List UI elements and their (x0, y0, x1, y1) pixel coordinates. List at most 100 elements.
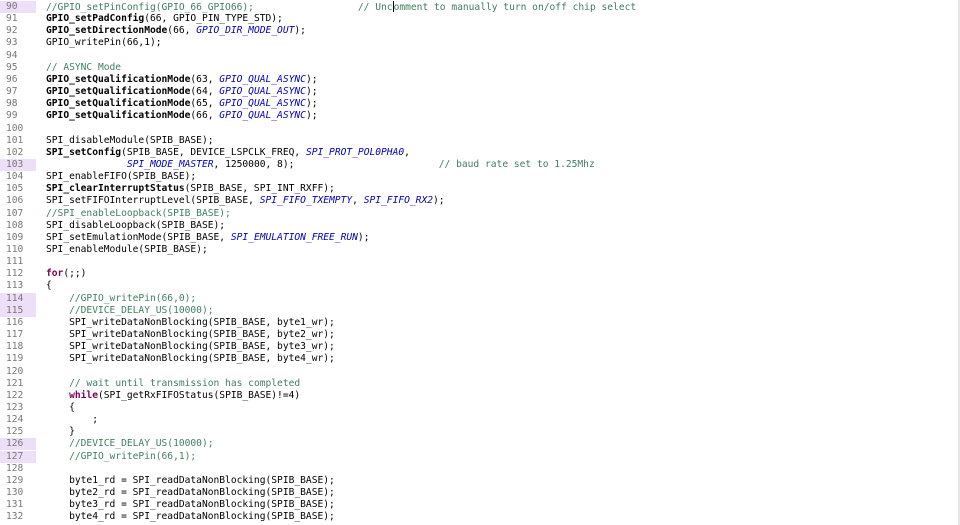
code-text: { (46, 280, 52, 292)
code-text: GPIO_setPadConfig(66, GPIO_PIN_TYPE_STD)… (46, 13, 283, 25)
code-token: (65, (190, 98, 220, 110)
code-line-126[interactable]: 126 //DEVICE_DELAY_US(10000); (0, 438, 960, 451)
code-line-94[interactable]: 94 (0, 50, 960, 62)
code-text: byte3_rd = SPI_readDataNonBlocking(SPIB_… (46, 499, 335, 511)
line-number: 112 (6, 268, 24, 280)
code-line-96[interactable]: 96 GPIO_setQualificationMode(63, GPIO_QUA… (0, 74, 960, 86)
comment-token: // ASYNC Mode (46, 61, 122, 73)
line-number: 93 (6, 37, 18, 49)
code-line-123[interactable]: 123 { (0, 402, 960, 414)
code-line-129[interactable]: 129 byte1_rd = SPI_readDataNonBlocking(S… (0, 475, 960, 487)
code-token: byte3_rd = SPI_readDataNonBlocking(SPIB_… (46, 499, 335, 511)
code-text: SPI_enableFIFO(SPIB_BASE); (46, 171, 196, 183)
constant-token: SPI_MODE_MASTER (126, 158, 214, 170)
code-line-121[interactable]: 121 // wait until transmission has compl… (0, 378, 960, 390)
code-line-103[interactable]: 103 SPI_MODE_MASTER, 1250000, 8); // bau… (0, 158, 960, 171)
code-line-132[interactable]: 132 byte4_rd = SPI_readDataNonBlocking(S… (0, 511, 960, 523)
code-text: SPI_writeDataNonBlocking(SPIB_BASE, byte… (46, 341, 335, 353)
code-line-119[interactable]: 119 SPI_writeDataNonBlocking(SPIB_BASE, … (0, 353, 960, 365)
code-line-90[interactable]: 90 //GPIO_setPinConfig(GPIO_66_GPIO66); /… (0, 1, 960, 13)
code-line-98[interactable]: 98 GPIO_setQualificationMode(65, GPIO_QUA… (0, 98, 960, 110)
code-line-112[interactable]: 112 for(;;) (0, 268, 960, 280)
code-line-92[interactable]: 92 GPIO_setDirectionMode(66, GPIO_DIR_MOD… (0, 25, 960, 37)
comment-token: omment to manually turn on/off chip sele… (393, 2, 637, 13)
code-text: //GPIO_writePin(66,0); (46, 293, 196, 305)
code-line-93[interactable]: 93 GPIO_writePin(66,1); (0, 37, 960, 49)
code-line-111[interactable]: 111 (0, 256, 960, 268)
code-text: while(SPI_getRxFIFOStatus(SPIB_BASE)!=4) (46, 390, 300, 402)
code-line-101[interactable]: 101 SPI_disableModule(SPIB_BASE); (0, 135, 960, 147)
code-line-100[interactable]: 100 (0, 123, 960, 135)
code-text: SPI_clearInterruptStatus(SPIB_BASE, SPI_… (46, 183, 335, 195)
code-line-106[interactable]: 106 SPI_setFIFOInterruptLevel(SPIB_BASE, … (0, 195, 960, 207)
code-text: //GPIO_writePin(66,1); (46, 451, 196, 463)
code-line-104[interactable]: 104 SPI_enableFIFO(SPIB_BASE); (0, 171, 960, 183)
comment-token: //DEVICE_DELAY_US(10000); (69, 438, 214, 450)
code-line-118[interactable]: 118 SPI_writeDataNonBlocking(SPIB_BASE, … (0, 341, 960, 353)
code-line-130[interactable]: 130 byte2_rd = SPI_readDataNonBlocking(S… (0, 487, 960, 499)
code-line-120[interactable]: 120 (0, 366, 960, 378)
code-line-114[interactable]: 114 //GPIO_writePin(66,0); (0, 292, 960, 305)
code-line-125[interactable]: 125 } (0, 426, 960, 438)
code-text: GPIO_setQualificationMode(63, GPIO_QUAL_… (46, 74, 318, 86)
code-token: ); (305, 86, 318, 98)
code-text: SPI_disableModule(SPIB_BASE); (46, 135, 214, 147)
code-text: //DEVICE_DELAY_US(10000); (46, 305, 213, 317)
code-line-105[interactable]: 105 SPI_clearInterruptStatus(SPIB_BASE, S… (0, 183, 960, 195)
code-token: ); (305, 98, 318, 110)
code-line-117[interactable]: 117 SPI_writeDataNonBlocking(SPIB_BASE, … (0, 329, 960, 341)
line-number: 106 (6, 195, 24, 207)
code-line-108[interactable]: 108 SPI_disableLoopback(SPIB_BASE); (0, 220, 960, 232)
code-line-99[interactable]: 99 GPIO_setQualificationMode(66, GPIO_QUA… (0, 110, 960, 122)
code-line-131[interactable]: 131 byte3_rd = SPI_readDataNonBlocking(S… (0, 499, 960, 511)
line-number: 122 (6, 389, 24, 401)
code-line-122[interactable]: 122 while(SPI_getRxFIFOStatus(SPIB_BASE)… (0, 390, 960, 402)
code-line-109[interactable]: 109 SPI_setEmulationMode(SPIB_BASE, SPI_E… (0, 232, 960, 244)
code-line-91[interactable]: 91 GPIO_setPadConfig(66, GPIO_PIN_TYPE_ST… (0, 13, 960, 25)
function-token: SPI_clearInterruptStatus (46, 183, 185, 195)
code-text: SPI_writeDataNonBlocking(SPIB_BASE, byte… (46, 317, 335, 329)
code-line-116[interactable]: 116 SPI_writeDataNonBlocking(SPIB_BASE, … (0, 317, 960, 329)
code-token: ); (305, 73, 318, 85)
code-line-110[interactable]: 110 SPI_enableModule(SPIB_BASE); (0, 244, 960, 256)
line-number: 130 (6, 487, 24, 498)
code-line-113[interactable]: 113 { (0, 280, 960, 292)
comment-token: // wait until transmission has completed (69, 377, 301, 389)
code-token: SPI_writeDataNonBlocking(SPIB_BASE, byte… (46, 329, 335, 341)
code-token: (66, GPIO_PIN_TYPE_STD); (144, 13, 283, 25)
line-number: 126 (6, 438, 24, 450)
line-number: 123 (6, 401, 24, 413)
code-token: ); (357, 231, 370, 243)
line-number: 108 (6, 219, 24, 231)
line-number: 102 (6, 146, 24, 158)
code-text: // ASYNC Mode (46, 62, 121, 74)
code-token: } (46, 426, 75, 438)
comment-token: //SPI_enableLoopback(SPIB_BASE); (46, 207, 231, 219)
code-line-128[interactable]: 128 (0, 463, 960, 475)
line-number: 114 (6, 292, 24, 304)
code-editor[interactable]: 90 //GPIO_setPinConfig(GPIO_66_GPIO66); /… (0, 0, 960, 525)
code-line-102[interactable]: 102 SPI_setConfig(SPIB_BASE, DEVICE_LSPCL… (0, 147, 960, 159)
code-line-97[interactable]: 97 GPIO_setQualificationMode(64, GPIO_QUA… (0, 86, 960, 98)
code-line-95[interactable]: 95 // ASYNC Mode (0, 62, 960, 74)
constant-token: GPIO_DIR_MODE_OUT (196, 25, 295, 37)
code-line-115[interactable]: 115 //DEVICE_DELAY_US(10000); (0, 304, 960, 317)
line-number: 101 (6, 134, 24, 146)
line-number: 96 (6, 73, 18, 85)
code-text: byte4_rd = SPI_readDataNonBlocking(SPIB_… (46, 511, 335, 523)
code-text: // wait until transmission has completed (46, 378, 300, 390)
code-line-127[interactable]: 127 //GPIO_writePin(66,1); (0, 450, 960, 463)
code-text: { (46, 402, 75, 414)
code-token: (SPI_getRxFIFOStatus(SPIB_BASE)!=4) (98, 389, 301, 401)
code-text: GPIO_writePin(66,1); (46, 37, 162, 49)
line-number: 105 (6, 183, 24, 195)
code-text: } (46, 426, 75, 438)
code-line-107[interactable]: 107 //SPI_enableLoopback(SPIB_BASE); (0, 208, 960, 220)
code-line-124[interactable]: 124 ; (0, 414, 960, 426)
code-token: SPI_disableLoopback(SPIB_BASE); (46, 219, 226, 231)
constant-token: SPI_EMULATION_FREE_RUN (230, 231, 358, 243)
